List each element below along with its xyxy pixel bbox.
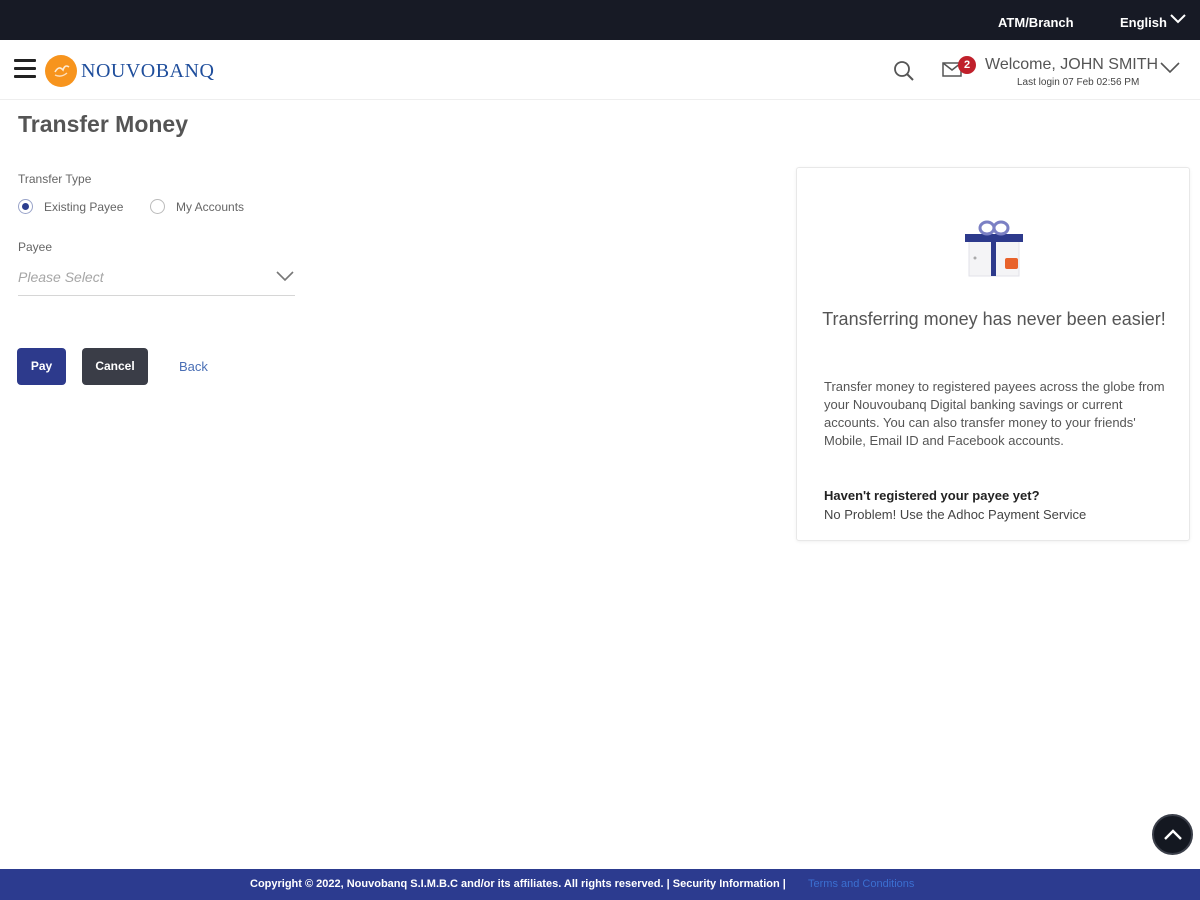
terms-and-conditions-link[interactable]: Terms and Conditions: [808, 878, 914, 890]
hamburger-menu-icon[interactable]: [14, 59, 36, 79]
radio-existing-payee[interactable]: [18, 199, 33, 214]
back-link[interactable]: Back: [179, 359, 208, 374]
payee-select[interactable]: Please Select: [18, 262, 295, 296]
pay-button[interactable]: Pay: [17, 348, 66, 385]
footer-copyright: Copyright © 2022, Nouvobanq S.I.M.B.C an…: [250, 878, 786, 890]
page-title: Transfer Money: [18, 111, 188, 137]
app-header: NOUVOBANQ 2 Welcome, JOHN SMITH Last log…: [0, 40, 1200, 100]
bank-logo-icon[interactable]: [45, 55, 77, 87]
info-card-heading: Transferring money has never been easier…: [822, 309, 1166, 329]
welcome-user-text[interactable]: Welcome, JOHN SMITH: [985, 56, 1158, 74]
bank-logo-text[interactable]: NOUVOBANQ: [81, 60, 214, 83]
chevron-down-icon[interactable]: [1170, 14, 1186, 24]
language-selector[interactable]: English: [1120, 15, 1167, 30]
chevron-down-icon[interactable]: [1160, 62, 1180, 74]
info-card-answer: No Problem! Use the Adhoc Payment Servic…: [824, 507, 1087, 522]
payee-select-placeholder: Please Select: [18, 269, 104, 285]
page-footer: Copyright © 2022, Nouvobanq S.I.M.B.C an…: [0, 869, 1200, 900]
radio-my-accounts[interactable]: [150, 199, 165, 214]
chevron-up-icon: [1164, 829, 1182, 840]
info-card-body: Transfer money to registered payees acro…: [824, 379, 1165, 448]
transfer-type-label: Transfer Type: [18, 172, 92, 186]
info-card-question: Haven't registered your payee yet?: [824, 488, 1040, 503]
top-utility-bar: ATM/Branch English: [0, 0, 1200, 40]
info-card: Transferring money has never been easier…: [796, 167, 1190, 541]
gift-icon: [965, 220, 1023, 277]
cancel-button[interactable]: Cancel: [82, 348, 148, 385]
chevron-down-icon: [276, 271, 294, 282]
radio-existing-payee-label[interactable]: Existing Payee: [44, 200, 123, 214]
atm-branch-link[interactable]: ATM/Branch: [998, 15, 1074, 30]
radio-my-accounts-label[interactable]: My Accounts: [176, 200, 244, 214]
scroll-to-top-button[interactable]: [1152, 814, 1193, 855]
search-icon[interactable]: [893, 60, 915, 82]
notification-badge: 2: [958, 56, 976, 74]
last-login-text: Last login 07 Feb 02:56 PM: [1017, 77, 1140, 88]
payee-label: Payee: [18, 240, 53, 254]
